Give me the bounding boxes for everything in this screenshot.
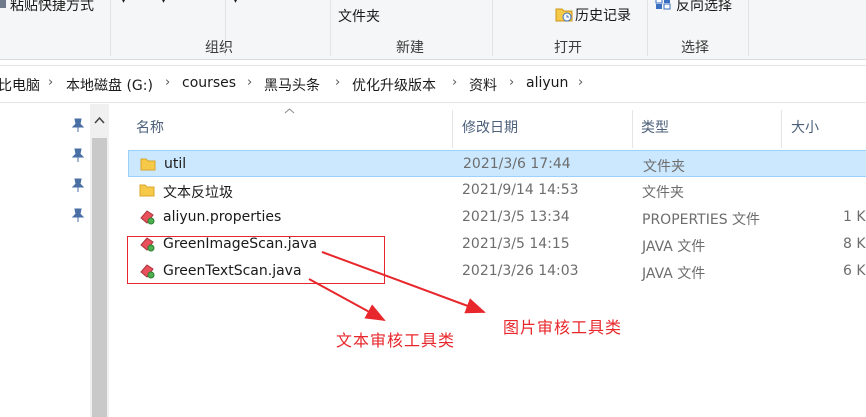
chevron-right-icon[interactable]: › (452, 75, 457, 90)
chevron-right-icon[interactable]: › (335, 75, 340, 90)
column-header-size[interactable]: 大小 (791, 117, 819, 137)
navigation-pane[interactable] (0, 104, 90, 417)
file-row[interactable]: 文本反垃圾 2021/9/14 14:53 文件夹 (128, 177, 866, 204)
file-size: 1 K (843, 209, 866, 225)
file-modified: 2021/3/26 14:03 (462, 263, 579, 279)
breadcrumb-item[interactable]: aliyun (526, 75, 568, 91)
file-type: JAVA 文件 (642, 239, 706, 255)
pin-icon[interactable] (71, 118, 85, 132)
paste-shortcut-button[interactable]: 粘贴快捷方式 (10, 0, 94, 15)
new-folder-button[interactable]: 文件夹 (338, 6, 380, 26)
pin-icon[interactable] (71, 148, 85, 162)
chevron-right-icon[interactable]: › (165, 75, 170, 90)
properties-file-icon (138, 209, 156, 225)
scroll-up-icon[interactable] (94, 114, 105, 127)
folder-icon (139, 156, 157, 172)
move-to-button[interactable]: ▾ (120, 0, 127, 7)
folder-icon (138, 182, 156, 198)
file-name: util (164, 156, 187, 172)
pin-icon[interactable] (71, 208, 85, 222)
column-header-type[interactable]: 类型 (641, 117, 669, 137)
history-icon (555, 5, 573, 27)
address-bar[interactable]: 比电脑 › 本地磁盘 (G:) › courses › 黑马头条 › 优化升级版… (0, 65, 866, 103)
file-type: PROPERTIES 文件 (642, 212, 761, 228)
file-modified: 2021/9/14 14:53 (462, 182, 579, 198)
column-header-name[interactable]: 名称 (136, 117, 164, 137)
chevron-right-icon[interactable]: › (509, 75, 514, 90)
file-size: 8 K (843, 236, 866, 252)
chevron-right-icon[interactable]: › (578, 75, 583, 90)
file-name: 文本反垃圾 (163, 185, 233, 201)
invert-selection-icon (655, 0, 671, 14)
file-row[interactable]: aliyun.properties 2021/3/5 13:34 PROPERT… (128, 204, 866, 231)
breadcrumb-item[interactable]: 资料 (469, 75, 497, 95)
invert-selection-button[interactable]: 反向选择 (676, 0, 732, 15)
file-type: 文件夹 (642, 185, 684, 201)
file-modified: 2021/3/5 14:15 (462, 236, 570, 252)
file-row[interactable]: util 2021/3/6 17:44 文件夹 (128, 150, 866, 177)
annotation-image-scan: 图片审核工具类 (503, 318, 623, 337)
breadcrumb-item[interactable]: 本地磁盘 (G:) (66, 75, 153, 95)
paste-shortcut-icon (0, 0, 8, 14)
breadcrumb-item[interactable]: 优化升级版本 (352, 75, 436, 95)
ribbon: 粘贴快捷方式 ▾ ▾ ▾ 文件夹 历史记录 反向选择 组织 新建 打开 选择 (0, 0, 866, 60)
file-name: aliyun.properties (163, 209, 282, 225)
pin-icon[interactable] (71, 178, 85, 192)
file-modified: 2021/3/6 17:44 (463, 156, 571, 172)
file-size: 6 K (843, 263, 866, 279)
file-modified: 2021/3/5 13:34 (462, 209, 570, 225)
file-type: 文件夹 (643, 159, 685, 175)
group-label-organize: 组织 (205, 40, 233, 56)
group-label-open: 打开 (554, 40, 582, 56)
group-label-new: 新建 (396, 40, 424, 56)
nav-scrollbar[interactable] (90, 104, 109, 417)
chevron-right-icon[interactable]: › (48, 75, 53, 90)
group-label-select: 选择 (681, 40, 709, 56)
delete-button[interactable]: ▾ (232, 0, 239, 7)
breadcrumb-item[interactable]: courses (182, 75, 236, 91)
history-button[interactable]: 历史记录 (575, 5, 631, 25)
file-type: JAVA 文件 (642, 266, 706, 282)
annotation-text-scan: 文本审核工具类 (336, 331, 456, 350)
chevron-right-icon[interactable]: › (247, 75, 252, 90)
scrollbar-thumb[interactable] (92, 138, 107, 417)
breadcrumb-item[interactable]: 黑马头条 (264, 75, 320, 95)
breadcrumb-item[interactable]: 比电脑 (0, 75, 40, 95)
column-header-modified[interactable]: 修改日期 (462, 117, 518, 137)
annotation-highlight-box (127, 236, 385, 284)
copy-to-button[interactable]: ▾ (160, 0, 167, 7)
sort-ascending-icon (284, 106, 295, 117)
